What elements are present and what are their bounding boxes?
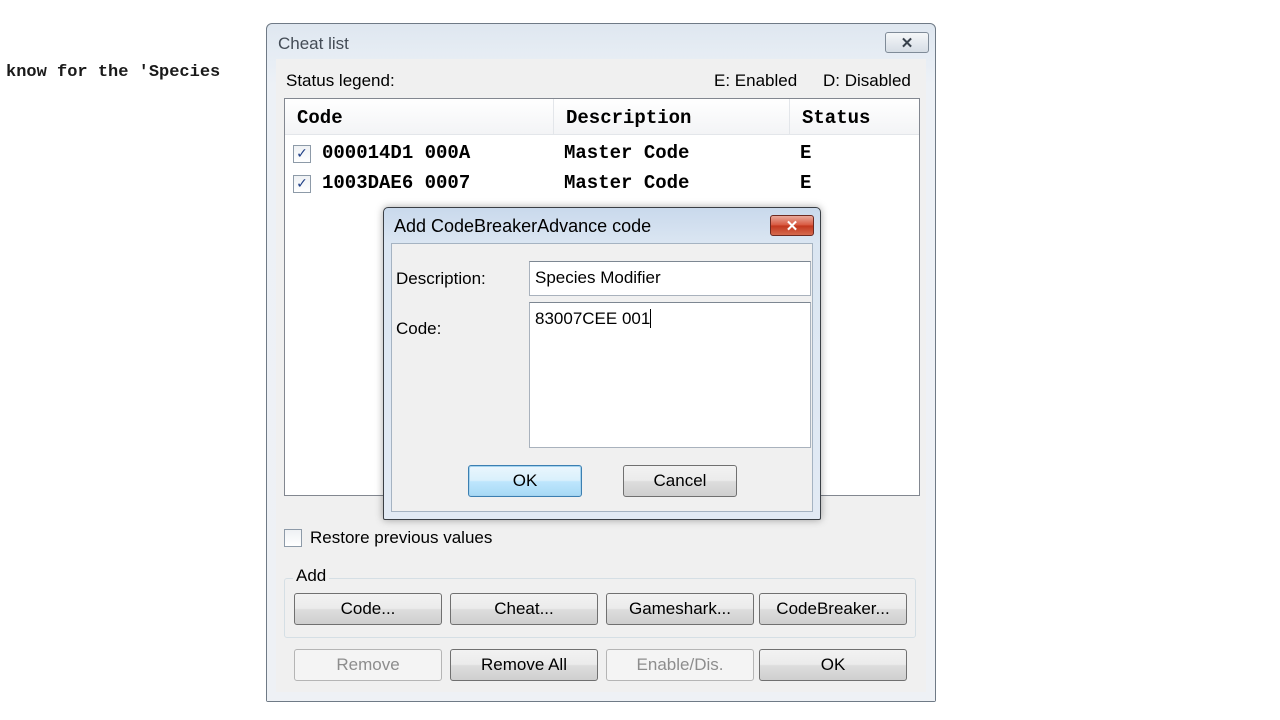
- restore-previous-values-checkbox[interactable]: Restore previous values: [284, 528, 492, 548]
- restore-label: Restore previous values: [310, 528, 493, 547]
- dialog-close-button[interactable]: ✕: [770, 215, 814, 236]
- add-codebreaker-button[interactable]: CodeBreaker...: [759, 593, 907, 625]
- row-status: E: [800, 142, 812, 164]
- row-description: Master Code: [564, 172, 690, 194]
- row-code: 1003DAE6 0007: [322, 172, 471, 194]
- dialog-ok-button[interactable]: OK: [468, 465, 582, 497]
- status-legend-label: Status legend:: [286, 71, 395, 90]
- row-description: Master Code: [564, 142, 690, 164]
- close-icon: ✕: [785, 217, 799, 235]
- code-textarea[interactable]: 83007CEE 001: [529, 302, 811, 448]
- checkmark-icon: ✓: [296, 146, 308, 162]
- dialog-client-area: Description: Species Modifier Code: 8300…: [391, 243, 813, 512]
- remove-all-button[interactable]: Remove All: [450, 649, 598, 681]
- checkbox-box[interactable]: [284, 529, 302, 547]
- row-checkbox[interactable]: ✓: [293, 175, 311, 193]
- background-document-text: know for the 'Species: [6, 63, 221, 82]
- add-group-label: Add: [293, 566, 330, 586]
- legend-disabled: D: Disabled: [823, 71, 911, 90]
- remove-button[interactable]: Remove: [294, 649, 442, 681]
- list-item[interactable]: ✓ 000014D1 000A Master Code E: [285, 139, 919, 169]
- row-checkbox[interactable]: ✓: [293, 145, 311, 163]
- text-caret: [650, 309, 652, 328]
- list-item[interactable]: ✓ 1003DAE6 0007 Master Code E: [285, 169, 919, 199]
- window-close-button[interactable]: ✕: [885, 32, 929, 53]
- window-title: Cheat list: [278, 34, 349, 53]
- close-icon: ✕: [900, 34, 914, 52]
- description-label: Description:: [396, 269, 486, 288]
- legend-enabled: E: Enabled: [714, 71, 798, 90]
- row-status: E: [800, 172, 812, 194]
- row-code: 000014D1 000A: [322, 142, 471, 164]
- ok-button[interactable]: OK: [759, 649, 907, 681]
- add-code-button[interactable]: Code...: [294, 593, 442, 625]
- column-header-description[interactable]: Description: [554, 99, 790, 135]
- add-cheat-button[interactable]: Cheat...: [450, 593, 598, 625]
- add-group: Add Code... Cheat... Gameshark... CodeBr…: [284, 566, 916, 638]
- add-code-dialog: Add CodeBreakerAdvance code ✕ Descriptio…: [383, 207, 821, 520]
- enable-disable-button[interactable]: Enable/Dis.: [606, 649, 754, 681]
- column-header-status[interactable]: Status: [790, 99, 916, 135]
- checkmark-icon: ✓: [296, 176, 308, 192]
- column-header-code[interactable]: Code: [285, 99, 554, 135]
- list-header: Code Description Status: [285, 99, 919, 135]
- dialog-title: Add CodeBreakerAdvance code: [394, 216, 652, 236]
- code-value: 83007CEE 001: [535, 309, 651, 328]
- description-field[interactable]: Species Modifier: [529, 261, 811, 296]
- add-gameshark-button[interactable]: Gameshark...: [606, 593, 754, 625]
- dialog-cancel-button[interactable]: Cancel: [623, 465, 737, 497]
- description-value: Species Modifier: [535, 268, 661, 287]
- code-label: Code:: [396, 319, 442, 338]
